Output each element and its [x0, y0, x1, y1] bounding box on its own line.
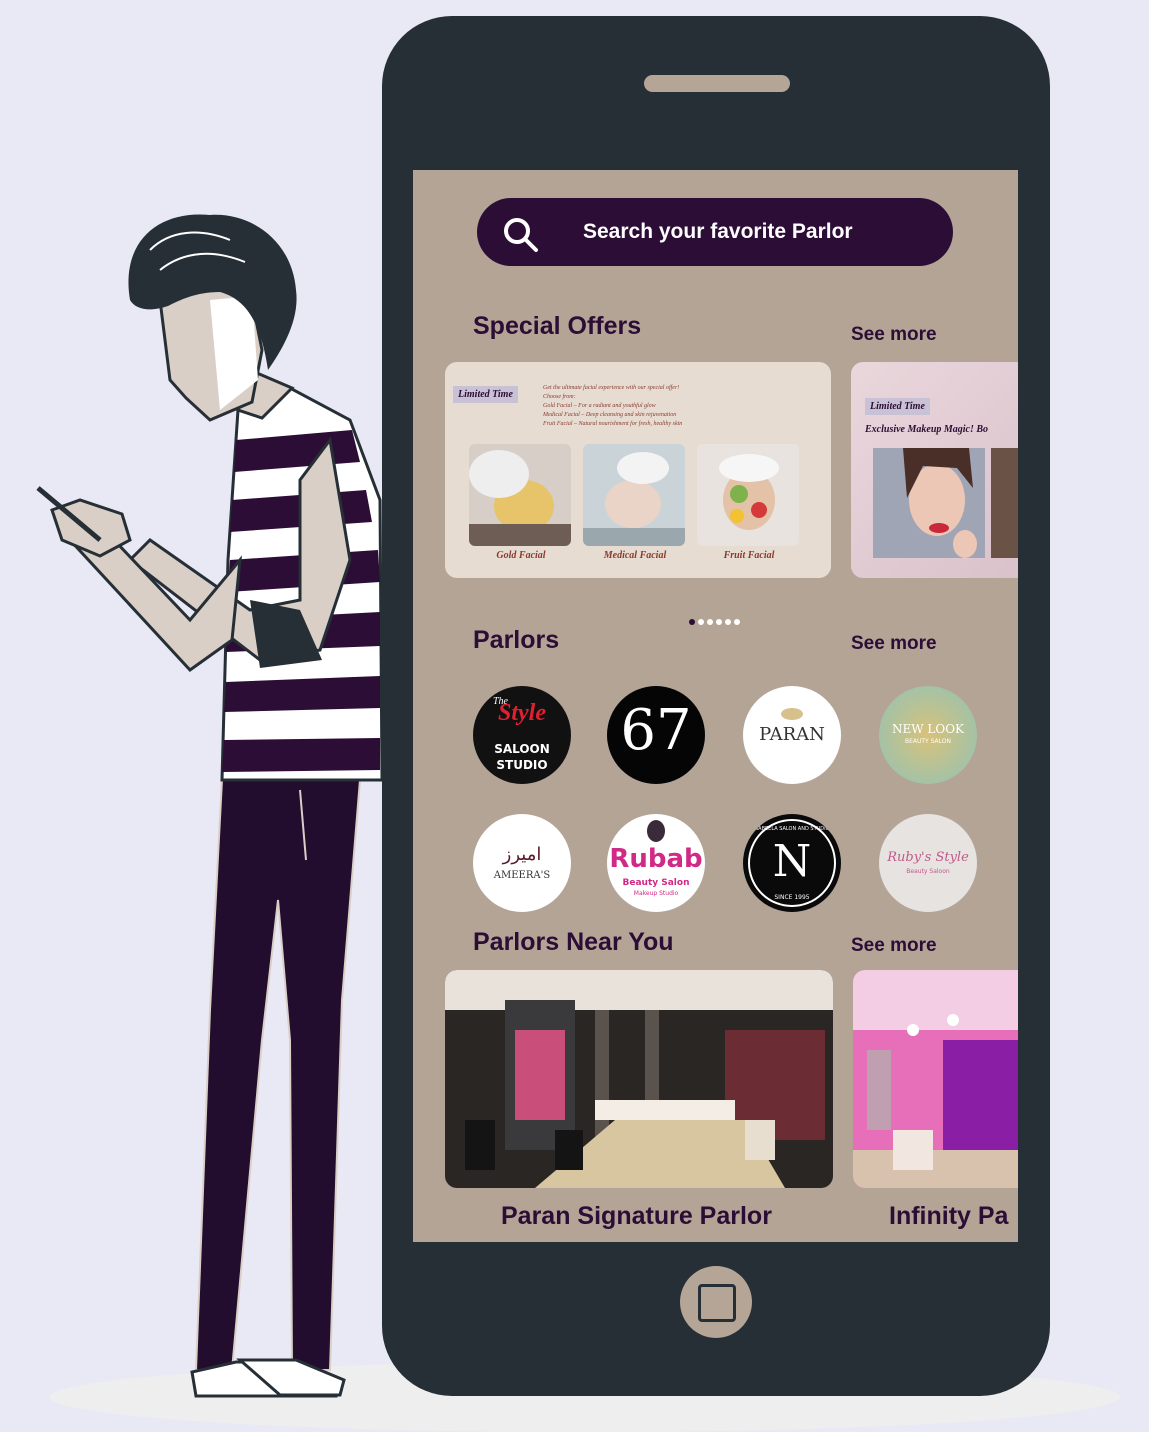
parlor-logo-the-style[interactable]: The Style SALOON STUDIO — [473, 686, 571, 784]
carousel-dot[interactable] — [689, 619, 695, 625]
offer-title: Exclusive Makeup Magic! Bo — [865, 424, 989, 435]
near-card-infinity[interactable] — [853, 970, 1018, 1188]
special-offers-see-more[interactable]: See more — [851, 324, 937, 346]
phone-speaker — [644, 75, 790, 92]
near-card-title: Paran Signature Parlor — [501, 1202, 772, 1230]
gold-facial-image — [469, 444, 571, 546]
near-you-see-more[interactable]: See more — [851, 935, 937, 957]
gold-facial-label: Gold Facial — [496, 550, 546, 561]
parlor-logo-ameeras[interactable]: اميرز AMEERA'S — [473, 814, 571, 912]
medical-facial-label: Medical Facial — [603, 550, 667, 561]
carousel-dots[interactable] — [689, 610, 743, 629]
carousel-dot[interactable] — [734, 619, 740, 625]
near-card-paran[interactable] — [445, 970, 833, 1188]
parlor-logo-g7[interactable]: 67 — [607, 686, 705, 784]
offer-badge: Limited Time — [453, 386, 518, 403]
person-illustration — [36, 214, 384, 1398]
carousel-dot[interactable] — [707, 619, 713, 625]
offer-badge: Limited Time — [865, 398, 930, 415]
home-button-icon[interactable] — [680, 1266, 752, 1338]
parlor-logo-rubab[interactable]: Rubab Beauty Salon Makeup Studio — [607, 814, 705, 912]
offer-card-facials[interactable]: Limited Time Get the ultimate facial exp… — [445, 362, 831, 578]
medical-facial-image — [583, 444, 685, 546]
makeup-image — [873, 448, 985, 558]
parlors-see-more[interactable]: See more — [851, 633, 937, 655]
search-icon — [501, 215, 541, 259]
carousel-dot[interactable] — [716, 619, 722, 625]
makeup-image-2 — [991, 448, 1018, 558]
carousel-dot[interactable] — [725, 619, 731, 625]
fruit-facial-image — [697, 444, 799, 546]
fruit-facial-label: Fruit Facial — [723, 550, 775, 561]
parlor-logo-rubys-style[interactable]: Ruby's Style Beauty Saloon — [879, 814, 977, 912]
search-bar[interactable]: Search your favorite Parlor — [477, 198, 953, 266]
parlor-logo-new-look[interactable]: NEW LOOK BEAUTY SALON — [879, 686, 977, 784]
salon-interior-image — [853, 970, 1018, 1188]
offer-card-makeup[interactable]: Limited Time Exclusive Makeup Magic! Bo — [851, 362, 1018, 578]
paran-emblem — [781, 708, 803, 720]
special-offers-title: Special Offers — [473, 312, 642, 340]
offer-description: Get the ultimate facial experience with … — [543, 385, 683, 427]
rubab-emblem — [647, 820, 665, 842]
carousel-dot[interactable] — [698, 619, 704, 625]
app-screen: Search your favorite Parlor Special Offe… — [413, 170, 1018, 1242]
salon-interior-image — [445, 970, 833, 1188]
parlors-title: Parlors — [473, 626, 560, 654]
home-button-square — [698, 1284, 736, 1322]
search-placeholder: Search your favorite Parlor — [583, 220, 853, 243]
phone-frame: Search your favorite Parlor Special Offe… — [382, 16, 1050, 1396]
near-you-title: Parlors Near You — [473, 928, 674, 956]
near-card-title: Infinity Pa — [889, 1202, 1009, 1230]
parlor-logo-paran[interactable]: PARAN — [743, 686, 841, 784]
parlor-logo-nabeela[interactable]: NABEELA SALON AND STUDIO N SINCE 1995 — [743, 814, 841, 912]
